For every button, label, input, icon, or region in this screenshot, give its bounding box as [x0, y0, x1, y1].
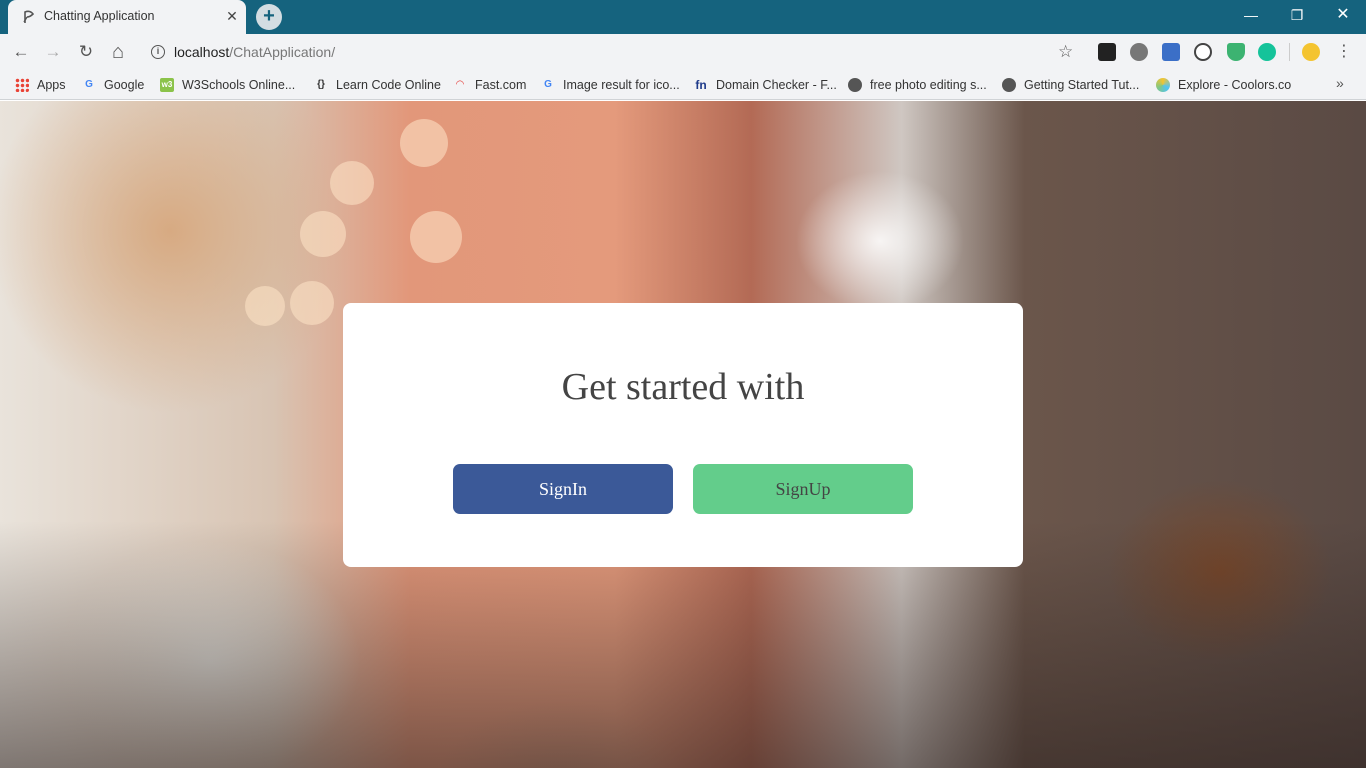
browser-titlebar: Chatting Application ✕ + — ❐ ✕ [0, 0, 1366, 34]
bokeh-light [300, 211, 346, 257]
url-path: /ChatApplication/ [229, 44, 336, 60]
circle-extension-icon[interactable] [1194, 43, 1212, 61]
google-icon: G [85, 79, 93, 90]
bokeh-light [290, 281, 334, 325]
bookmark-coolors[interactable]: Explore - Coolors.co [1156, 76, 1291, 94]
bookmark-domain-checker[interactable]: fn Domain Checker - F... [694, 76, 837, 94]
bookmark-label: W3Schools Online... [182, 78, 296, 92]
w3schools-icon: w3 [160, 78, 174, 92]
browser-toolbar: ← → ↻ ⌂ i localhost/ChatApplication/ ☆ ⋮ [0, 34, 1366, 70]
bookmark-label: free photo editing s... [870, 78, 987, 92]
google-icon: G [544, 79, 552, 90]
shield-extension-icon[interactable] [1227, 43, 1245, 61]
bokeh-light [410, 211, 462, 263]
forward-button[interactable]: → [41, 40, 65, 64]
signup-button[interactable]: SignUp [693, 464, 913, 514]
bookmark-w3schools[interactable]: w3 W3Schools Online... [160, 76, 295, 94]
bokeh-light [330, 161, 374, 205]
bookmark-label: Apps [37, 78, 66, 92]
page-background: Get started with SignIn SignUp [0, 101, 1366, 768]
url-host: localhost [174, 44, 230, 60]
browser-tab[interactable]: Chatting Application ✕ [8, 0, 246, 34]
bokeh-light [245, 286, 285, 326]
profile-avatar[interactable] [1302, 43, 1320, 61]
bookmark-label: Learn Code Online [336, 78, 441, 92]
speed-icon: ◠ [456, 79, 464, 90]
bookmark-apps[interactable]: Apps [15, 76, 66, 94]
bookmark-photo-editing[interactable]: free photo editing s... [848, 76, 987, 94]
bookmark-label: Image result for ico... [563, 78, 680, 92]
bookmark-label: Fast.com [475, 78, 527, 92]
close-window-button[interactable]: ✕ [1320, 0, 1366, 30]
page-title: Get started with [561, 366, 805, 408]
info-icon[interactable]: i [151, 45, 165, 59]
bookmark-google[interactable]: G Google [82, 76, 144, 94]
tab-title: Chatting Application [44, 9, 155, 23]
back-button[interactable]: ← [9, 40, 33, 64]
code-icon: {} [317, 79, 325, 90]
toolbar-divider [1289, 43, 1290, 61]
bookmark-learn-code[interactable]: {} Learn Code Online [314, 76, 441, 94]
reload-button[interactable]: ↻ [74, 40, 98, 64]
fn-icon: fn [695, 78, 707, 92]
new-tab-button[interactable]: + [256, 4, 282, 30]
minimize-button[interactable]: — [1228, 0, 1274, 30]
globe-icon [848, 78, 862, 92]
grammarly-extension-icon[interactable] [1258, 43, 1276, 61]
home-button[interactable]: ⌂ [106, 40, 130, 64]
bookmarks-overflow-icon[interactable]: » [1336, 75, 1344, 91]
restore-button[interactable]: ❐ [1274, 0, 1320, 30]
bookmark-getting-started[interactable]: Getting Started Tut... [1002, 76, 1139, 94]
bokeh-light [400, 119, 448, 167]
cb-extension-icon[interactable] [1098, 43, 1116, 61]
browser-menu-icon[interactable]: ⋮ [1336, 41, 1352, 61]
feather-pen-icon [23, 10, 35, 23]
signin-button[interactable]: SignIn [453, 464, 673, 514]
bookmark-label: Google [104, 78, 145, 92]
address-bar[interactable]: i localhost/ChatApplication/ ☆ [140, 39, 1086, 66]
apps-grid-icon [15, 78, 29, 92]
bookmark-label: Domain Checker - F... [716, 78, 837, 92]
settings-extension-icon[interactable] [1130, 43, 1148, 61]
url-text[interactable]: localhost/ChatApplication/ [174, 44, 335, 60]
bookmark-label: Explore - Coolors.co [1178, 78, 1292, 92]
coolors-icon [1156, 78, 1170, 92]
bookmark-image-result[interactable]: G Image result for ico... [541, 76, 680, 94]
get-started-card: Get started with SignIn SignUp [343, 303, 1023, 567]
download-extension-icon[interactable] [1162, 43, 1180, 61]
bookmark-star-icon[interactable]: ☆ [1058, 42, 1073, 62]
globe-icon [1002, 78, 1016, 92]
bookmark-fast[interactable]: ◠ Fast.com [453, 76, 526, 94]
tab-close-icon[interactable]: ✕ [224, 8, 240, 24]
bookmark-label: Getting Started Tut... [1024, 78, 1140, 92]
bookmarks-bar: Apps G Google w3 W3Schools Online... {} … [0, 70, 1366, 100]
